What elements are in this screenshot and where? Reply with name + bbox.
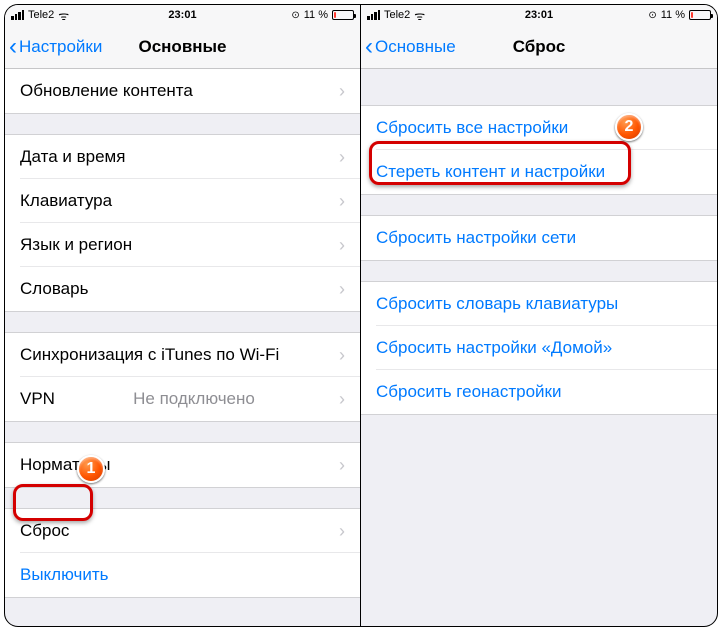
row-language-region[interactable]: Язык и регион›	[5, 223, 360, 267]
signal-icon	[367, 10, 380, 20]
nav-bar: ‹ Основные Сброс	[361, 25, 717, 69]
row-date-time[interactable]: Дата и время›	[5, 135, 360, 179]
chevron-right-icon: ›	[339, 147, 345, 168]
left-phone-screen: Tele2 ᯤ 23:01 ⊙ 11 % ‹ Настройки Основны…	[5, 5, 361, 626]
row-shutdown[interactable]: Выключить	[5, 553, 360, 597]
chevron-left-icon: ‹	[9, 35, 17, 59]
reset-list[interactable]: Сбросить все настройки Стереть контент и…	[361, 69, 717, 626]
row-reset-home[interactable]: Сбросить настройки «Домой»	[361, 326, 717, 370]
lock-icon: ⊙	[648, 10, 656, 21]
signal-icon	[11, 10, 24, 20]
battery-icon	[332, 10, 354, 20]
chevron-right-icon: ›	[339, 345, 345, 366]
nav-bar: ‹ Настройки Основные	[5, 25, 360, 69]
chevron-right-icon: ›	[339, 455, 345, 476]
back-label: Настройки	[19, 37, 102, 57]
battery-icon	[689, 10, 711, 20]
row-reset[interactable]: Сброс›	[5, 509, 360, 553]
row-reset-keyboard-dict[interactable]: Сбросить словарь клавиатуры	[361, 282, 717, 326]
status-bar: Tele2 ᯤ 23:01 ⊙ 11 %	[361, 5, 717, 25]
status-bar: Tele2 ᯤ 23:01 ⊙ 11 %	[5, 5, 360, 25]
row-reset-all-settings[interactable]: Сбросить все настройки	[361, 106, 717, 150]
wifi-icon: ᯤ	[58, 7, 69, 24]
battery-percent: 11 %	[661, 9, 685, 21]
battery-percent: 11 %	[304, 9, 328, 21]
carrier-label: Tele2	[384, 9, 410, 21]
row-vpn[interactable]: VPN Не подключено ›	[5, 377, 360, 421]
row-reset-network[interactable]: Сбросить настройки сети	[361, 216, 717, 260]
vpn-status: Не подключено	[133, 389, 255, 409]
chevron-right-icon: ›	[339, 389, 345, 410]
row-itunes-wifi-sync[interactable]: Синхронизация с iTunes по Wi-Fi›	[5, 333, 360, 377]
chevron-right-icon: ›	[339, 81, 345, 102]
clock: 23:01	[168, 9, 196, 21]
page-title: Основные	[138, 37, 226, 57]
wifi-icon: ᯤ	[414, 7, 425, 24]
row-regulatory[interactable]: Нормативы›	[5, 443, 360, 487]
annotation-badge-2: 2	[615, 113, 643, 141]
row-content-update[interactable]: Обновление контента ›	[5, 69, 360, 113]
row-erase-all-content[interactable]: Стереть контент и настройки	[361, 150, 717, 194]
page-title: Сброс	[513, 37, 566, 57]
right-phone-screen: Tele2 ᯤ 23:01 ⊙ 11 % ‹ Основные Сброс Сб…	[361, 5, 717, 626]
settings-list[interactable]: Обновление контента › Дата и время› Клав…	[5, 69, 360, 626]
chevron-right-icon: ›	[339, 191, 345, 212]
row-keyboard[interactable]: Клавиатура›	[5, 179, 360, 223]
annotation-badge-1: 1	[77, 455, 105, 483]
chevron-right-icon: ›	[339, 279, 345, 300]
row-dictionary[interactable]: Словарь›	[5, 267, 360, 311]
chevron-left-icon: ‹	[365, 35, 373, 59]
lock-icon: ⊙	[291, 10, 299, 21]
back-button[interactable]: ‹ Основные	[361, 35, 456, 59]
row-reset-location[interactable]: Сбросить геонастройки	[361, 370, 717, 414]
chevron-right-icon: ›	[339, 521, 345, 542]
chevron-right-icon: ›	[339, 235, 345, 256]
carrier-label: Tele2	[28, 9, 54, 21]
clock: 23:01	[525, 9, 553, 21]
back-label: Основные	[375, 37, 456, 57]
back-button[interactable]: ‹ Настройки	[5, 35, 102, 59]
